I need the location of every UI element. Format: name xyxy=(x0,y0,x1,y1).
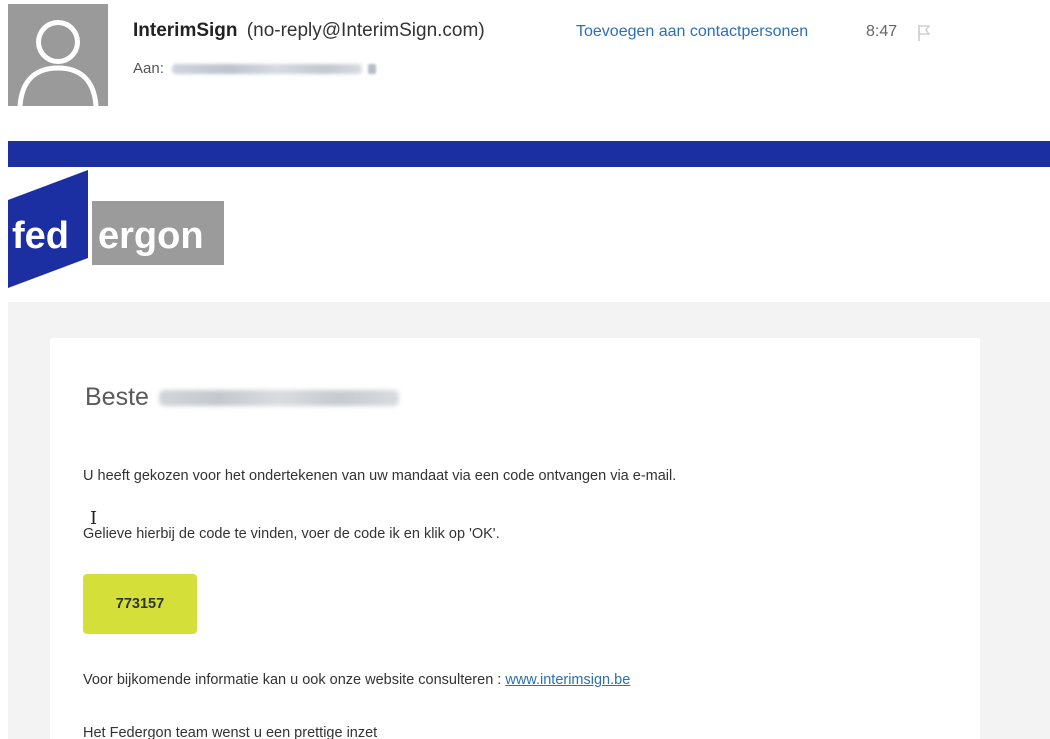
sender-name: InterimSign xyxy=(133,20,238,41)
body-line-2: Gelieve hierbij de code te vinden, voer … xyxy=(83,526,500,542)
mail-time: 8:47 xyxy=(866,23,898,40)
blurred-recipient-name xyxy=(158,390,399,407)
text-cursor-icon: I xyxy=(90,508,98,529)
svg-text:ergon: ergon xyxy=(98,215,204,257)
recipient-status-icon xyxy=(367,64,376,75)
email-view: InterimSign (no-reply@InterimSign.com) T… xyxy=(0,0,1050,739)
svg-text:fed: fed xyxy=(12,215,69,257)
website-link[interactable]: www.interimsign.be xyxy=(505,672,630,688)
sender-address: (no-reply@InterimSign.com) xyxy=(246,20,485,41)
body-line-4: Het Federgon team wenst u een prettige i… xyxy=(83,725,378,739)
to-label: Aan: xyxy=(133,60,164,77)
sender-avatar-icon xyxy=(8,4,108,106)
recipient-line: Aan: xyxy=(133,60,376,77)
blurred-recipient xyxy=(171,64,362,75)
flag-icon[interactable] xyxy=(917,24,931,42)
brand-bar xyxy=(8,141,1050,167)
federgon-logo: fed ergon xyxy=(8,170,228,288)
code-value: 773157 xyxy=(115,596,165,612)
greeting: Beste xyxy=(85,383,399,412)
body-line-1: U heeft gekozen voor het ondertekenen va… xyxy=(83,468,677,484)
greeting-text: Beste xyxy=(85,383,149,411)
add-contact-link[interactable]: Toevoegen aan contactpersonen xyxy=(576,23,808,41)
info-text: Voor bijkomende informatie kan u ook onz… xyxy=(83,672,502,688)
sender-line: InterimSign (no-reply@InterimSign.com) xyxy=(133,20,485,42)
body-line-3: Voor bijkomende informatie kan u ook onz… xyxy=(83,672,630,688)
verification-code: 773157 xyxy=(83,574,197,634)
